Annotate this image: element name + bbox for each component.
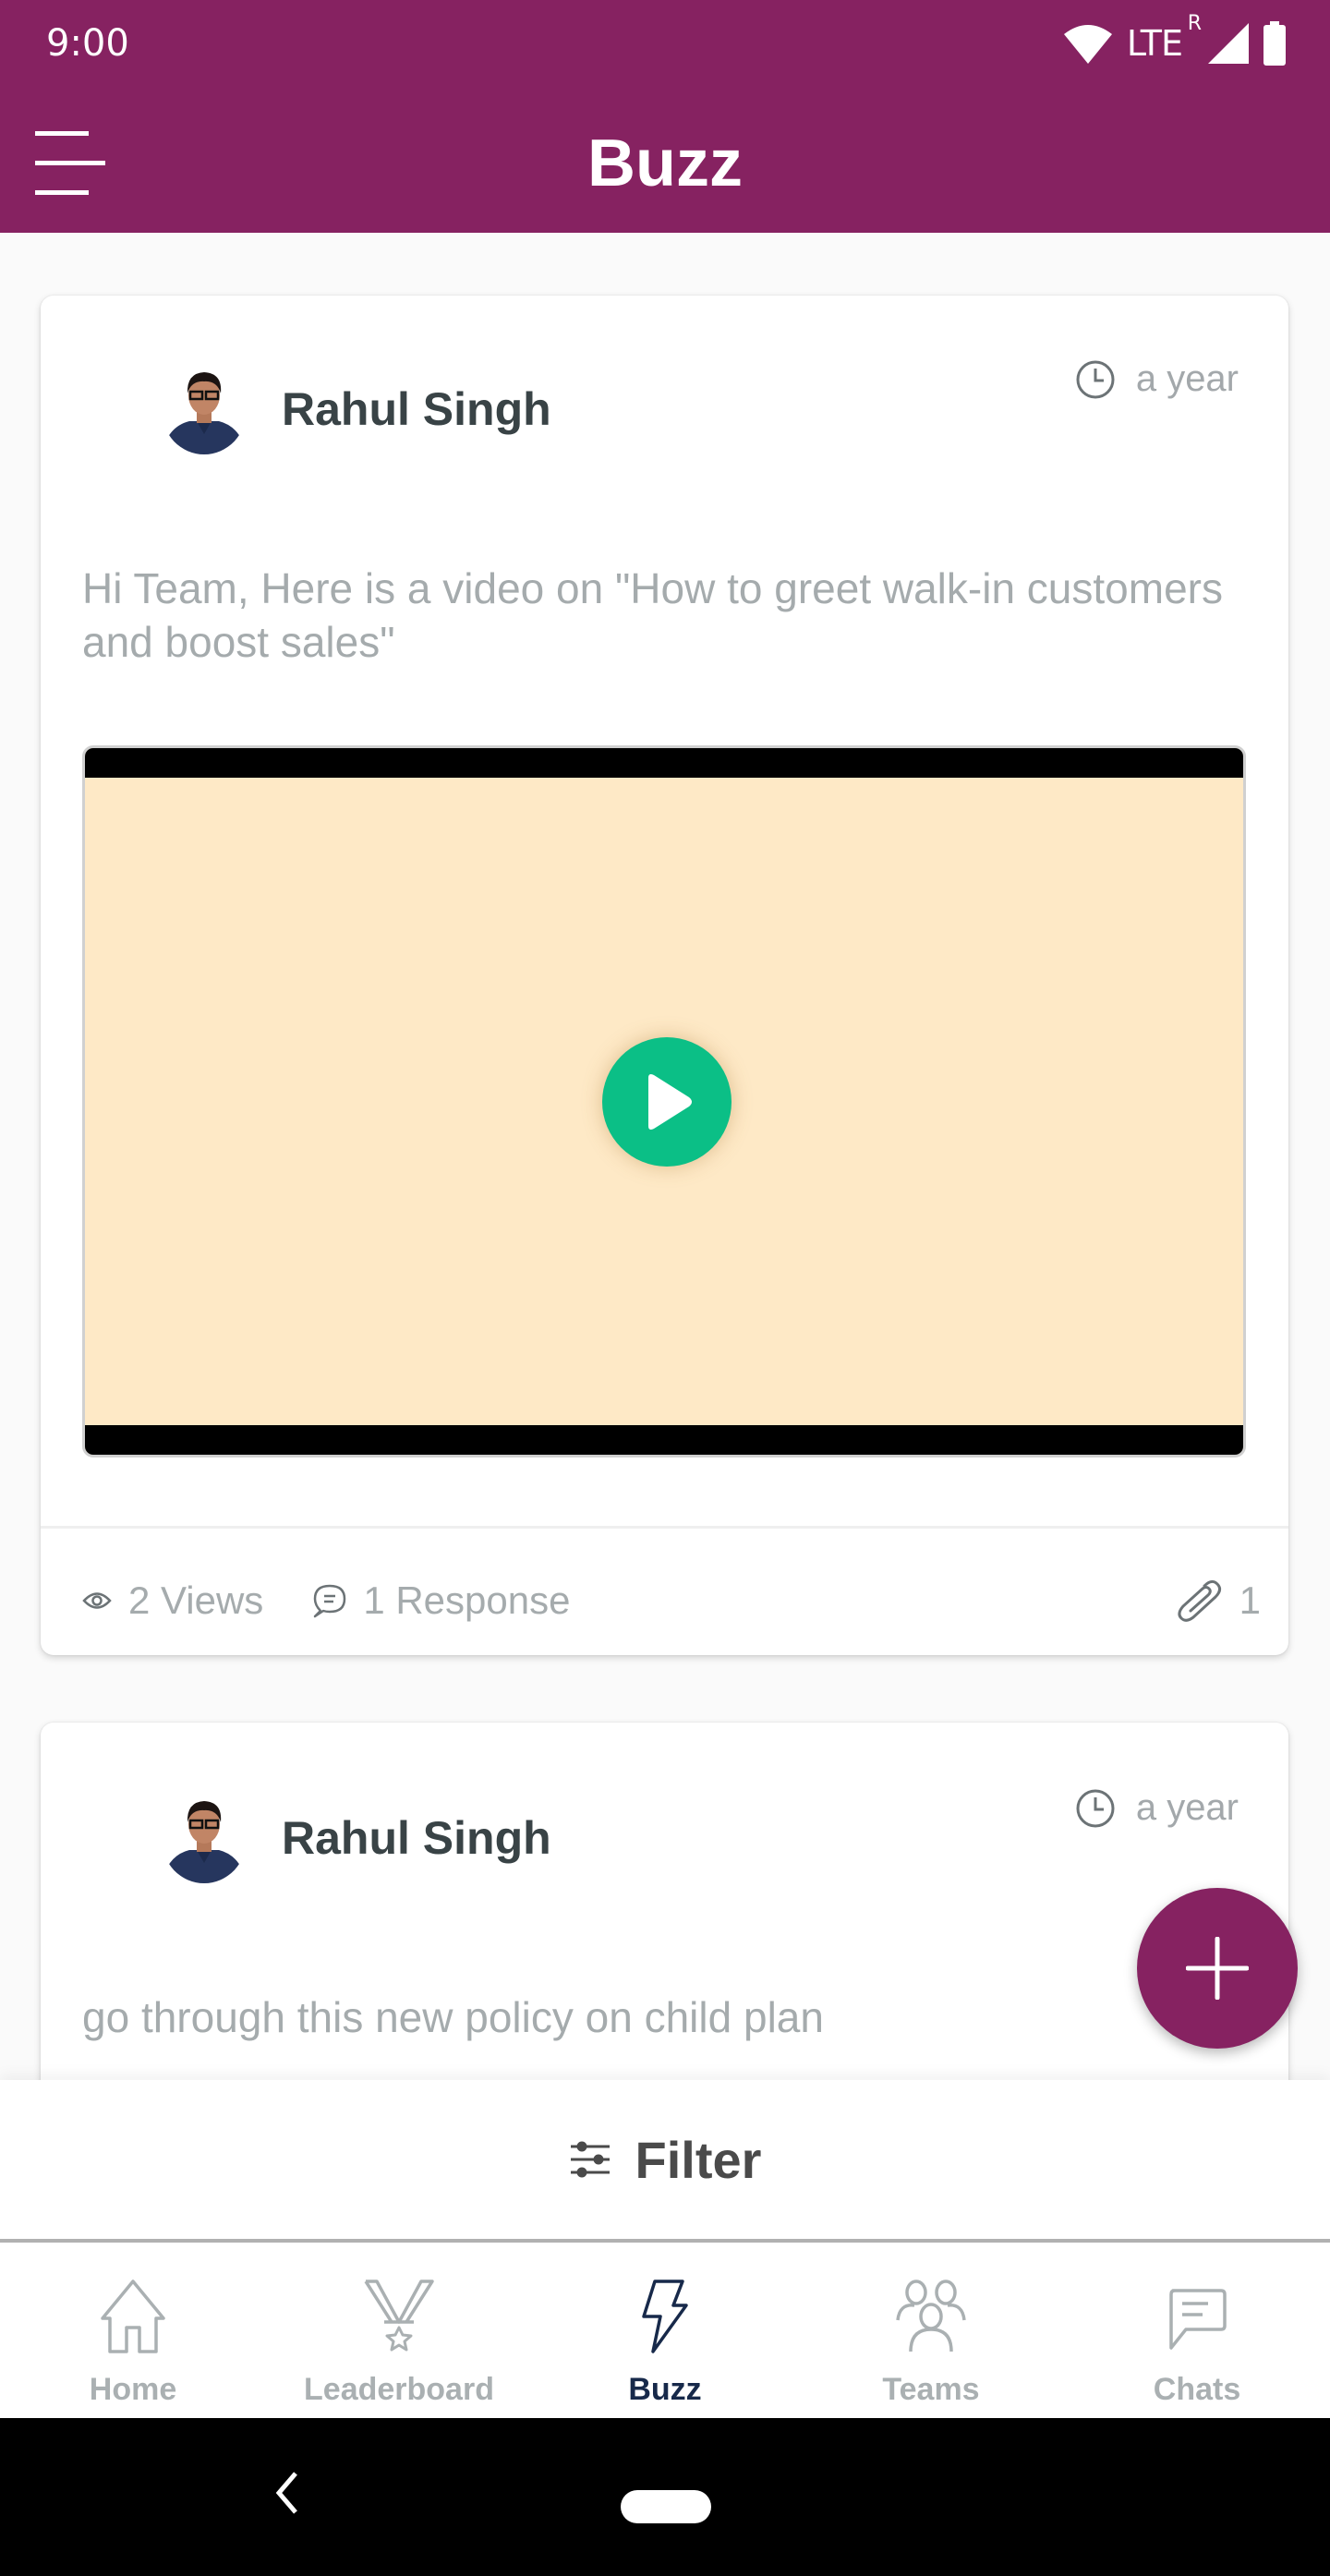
post-timestamp: a year — [1075, 1787, 1239, 1829]
play-icon — [648, 1074, 692, 1130]
author-avatar[interactable] — [162, 366, 247, 454]
plus-icon — [1186, 1937, 1249, 2000]
back-icon[interactable] — [273, 2470, 301, 2516]
medal-icon — [364, 2280, 434, 2352]
status-bar: 9:00 LTE R — [0, 0, 1330, 89]
network-label: LTE — [1126, 23, 1183, 64]
wifi-icon — [1063, 25, 1112, 64]
app-bar: Buzz — [0, 89, 1330, 233]
avatar-image — [162, 1795, 247, 1883]
post-card[interactable]: Rahul Singh a year Hi Team, Here is a vi… — [41, 296, 1288, 1655]
post-stats: 2 Views 1 Response 1 — [82, 1568, 1261, 1633]
page-title: Buzz — [587, 127, 743, 200]
filter-button[interactable]: Filter — [0, 2080, 1330, 2239]
post-timestamp: a year — [1075, 358, 1239, 400]
roaming-indicator: R — [1187, 12, 1202, 35]
post-text: Hi Team, Here is a video on "How to gree… — [82, 564, 1223, 666]
nav-item-teams[interactable]: Teams — [798, 2243, 1064, 2418]
nav-label-leaderboard: Leaderboard — [304, 2372, 494, 2407]
video-letterbox-top — [85, 748, 1243, 778]
eye-icon — [82, 1592, 112, 1609]
home-gesture-pill[interactable] — [621, 2490, 711, 2523]
nav-label-teams: Teams — [882, 2372, 980, 2407]
system-navigation-bar — [0, 2418, 1330, 2576]
chat-icon — [1169, 2289, 1227, 2350]
filter-label: Filter — [635, 2130, 762, 2189]
author-avatar[interactable] — [162, 1795, 247, 1883]
attachments-label: 1 — [1239, 1578, 1261, 1622]
nav-item-buzz[interactable]: Buzz — [532, 2243, 798, 2418]
play-button[interactable] — [602, 1037, 732, 1167]
battery-icon — [1264, 21, 1286, 66]
status-icons: LTE R — [1062, 12, 1288, 67]
views-label: 2 Views — [128, 1578, 264, 1622]
create-post-button[interactable] — [1137, 1888, 1298, 2049]
status-time: 9:00 — [46, 22, 129, 65]
clock-icon — [1076, 1789, 1115, 1827]
lightning-icon — [642, 2280, 688, 2353]
nav-item-home[interactable]: Home — [0, 2243, 266, 2418]
avatar-image — [162, 366, 247, 454]
author-name[interactable]: Rahul Singh — [282, 1811, 551, 1865]
paperclip-icon — [1178, 1579, 1221, 1622]
team-icon — [896, 2280, 966, 2352]
author-name[interactable]: Rahul Singh — [282, 382, 551, 436]
post-text: go through this new policy on child plan — [82, 1993, 824, 2041]
responses-label: 1 Response — [363, 1578, 571, 1622]
comment-icon — [314, 1584, 346, 1618]
home-icon — [101, 2280, 165, 2353]
sliders-icon — [570, 2141, 610, 2178]
attachments-count[interactable]: 1 — [1177, 1578, 1261, 1623]
nav-item-leaderboard[interactable]: Leaderboard — [266, 2243, 532, 2418]
signal-icon — [1208, 23, 1249, 64]
clock-icon — [1076, 360, 1115, 398]
card-divider — [41, 1526, 1288, 1529]
nav-label-chats: Chats — [1153, 2372, 1241, 2407]
responses-count[interactable]: 1 Response — [313, 1578, 570, 1623]
nav-label-buzz: Buzz — [628, 2372, 702, 2407]
network-type: LTE R — [1126, 12, 1202, 64]
bottom-navigation: Home Leaderboard Buzz Teams Chats — [0, 2239, 1330, 2418]
video-player[interactable] — [82, 745, 1246, 1457]
time-label: a year — [1135, 1787, 1239, 1828]
nav-item-chats[interactable]: Chats — [1064, 2243, 1330, 2418]
views-count[interactable]: 2 Views — [82, 1578, 263, 1623]
time-label: a year — [1135, 358, 1239, 399]
video-letterbox-bottom — [85, 1425, 1243, 1455]
nav-label-home: Home — [89, 2372, 177, 2407]
